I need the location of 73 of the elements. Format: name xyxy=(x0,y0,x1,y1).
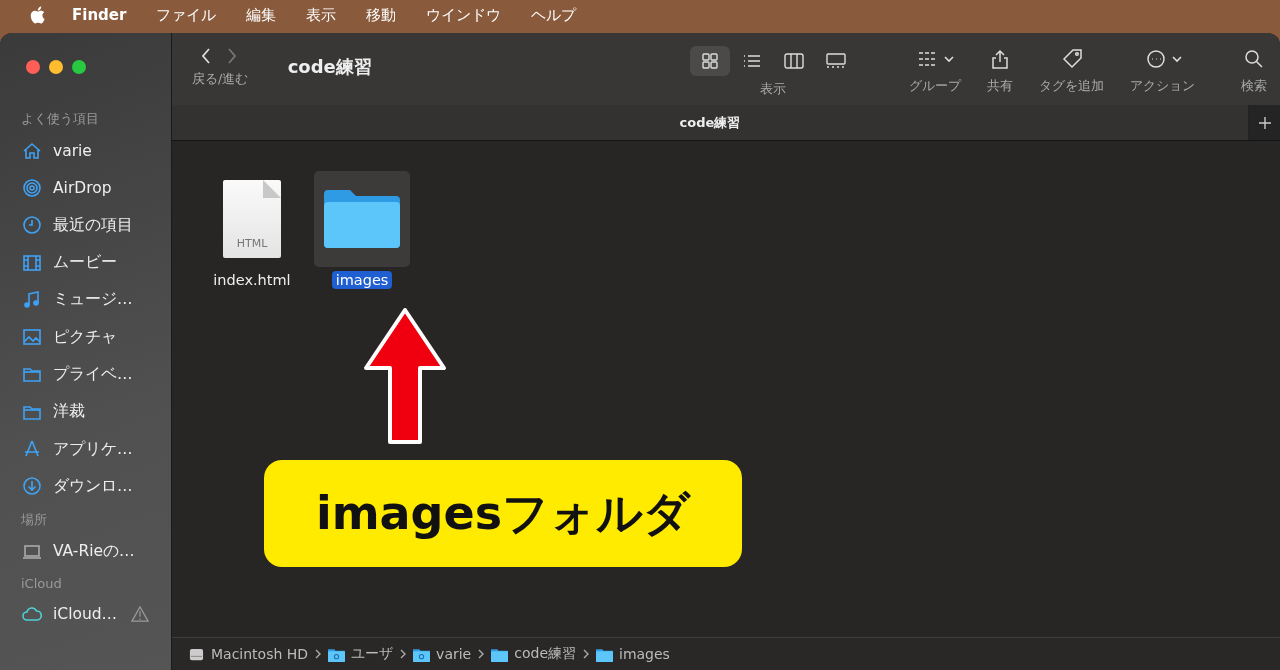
group-button[interactable]: グループ xyxy=(896,46,974,95)
folder-title: code練習 xyxy=(287,55,373,79)
file-type-label: HTML xyxy=(236,237,268,250)
sidebar-section-title: よく使う項目 xyxy=(21,110,100,128)
forward-button[interactable] xyxy=(226,46,238,66)
document-icon[interactable]: HTML xyxy=(223,180,281,258)
chevron-icon xyxy=(478,649,485,659)
movie-icon xyxy=(22,252,42,273)
minimize-button[interactable] xyxy=(49,60,63,74)
file-name[interactable]: index.html xyxy=(209,271,295,289)
toolbar-label: 表示 xyxy=(760,81,786,98)
menu-item[interactable]: 表示 xyxy=(306,5,337,25)
path-item[interactable]: ユーザ xyxy=(328,645,394,663)
path-item[interactable]: varie xyxy=(413,646,472,662)
menu-item[interactable]: 編集 xyxy=(246,5,277,25)
app-menu[interactable]: Finder xyxy=(72,6,127,24)
sidebar-item[interactable]: ムービー xyxy=(22,243,171,282)
grid-icon xyxy=(700,53,720,69)
close-button[interactable] xyxy=(26,60,40,74)
apple-logo-icon[interactable] xyxy=(28,5,46,25)
sidebar-item[interactable]: ダウンロ… xyxy=(22,467,171,505)
sidebar-item[interactable]: ミュージ… xyxy=(22,281,171,319)
recent-icon xyxy=(22,215,42,236)
sidebar-item[interactable]: 洋裁 xyxy=(22,393,171,431)
icons-view-button[interactable] xyxy=(690,46,730,76)
sidebar-item[interactable]: アプリケ… xyxy=(22,430,171,468)
path-item[interactable]: code練習 xyxy=(491,645,576,663)
folder-icon[interactable] xyxy=(322,188,402,250)
path-item[interactable]: images xyxy=(596,646,670,662)
share-button[interactable]: 共有 xyxy=(974,46,1026,95)
gallery-icon xyxy=(826,53,846,69)
download-icon xyxy=(22,476,42,497)
menu-item[interactable]: ヘルプ xyxy=(531,5,577,25)
menu-item[interactable]: ファイル xyxy=(156,5,217,25)
toolbar-label: 戻る/進む xyxy=(192,71,249,88)
caret-icon xyxy=(1171,55,1182,63)
sidebar-section-title: iCloud xyxy=(21,576,63,592)
sidebar-item[interactable]: ピクチャ xyxy=(22,318,171,356)
sidebar-item[interactable]: VA-Rieの… xyxy=(22,532,171,571)
sidebar-section-title: 場所 xyxy=(21,510,48,529)
callout-label: imagesフォルダ xyxy=(264,460,742,567)
chevron-icon xyxy=(583,649,589,659)
tag-button[interactable]: タグを追加 xyxy=(1026,46,1117,95)
menu-item[interactable]: ウインドウ xyxy=(426,5,502,25)
search-button[interactable]: 検索 xyxy=(1228,46,1280,95)
airdrop-icon xyxy=(22,177,42,198)
home-icon xyxy=(22,140,42,161)
folder-icon xyxy=(413,646,431,662)
sidebar-item[interactable]: プライベ… xyxy=(22,355,171,394)
back-button[interactable] xyxy=(200,46,212,66)
folder-icon xyxy=(328,646,346,662)
chevron-icon xyxy=(315,649,322,659)
zoom-button[interactable] xyxy=(72,60,86,74)
page-fold xyxy=(263,180,281,198)
plus-icon xyxy=(1257,115,1272,130)
new-tab-button[interactable] xyxy=(1248,105,1280,140)
path-item[interactable]: Macintosh HD xyxy=(188,646,309,662)
folder-icon xyxy=(491,646,509,662)
picture-icon xyxy=(22,327,42,348)
file-name[interactable]: images xyxy=(331,271,393,289)
columns-icon xyxy=(784,53,804,69)
sidebar-item[interactable]: 最近の項目 xyxy=(22,206,171,244)
sidebar-item[interactable]: varie xyxy=(22,132,171,170)
sidebar-item[interactable]: AirDrop xyxy=(22,169,171,207)
caret-icon xyxy=(944,55,954,63)
list-icon xyxy=(742,53,762,69)
action-button[interactable]: アクション xyxy=(1117,46,1208,95)
music-icon xyxy=(22,289,42,310)
menu-item[interactable]: 移動 xyxy=(366,5,397,25)
sidebar-item[interactable]: iCloud… xyxy=(22,595,171,633)
chevron-icon xyxy=(400,649,407,659)
apps-icon xyxy=(22,439,42,459)
folder-icon xyxy=(596,646,613,662)
